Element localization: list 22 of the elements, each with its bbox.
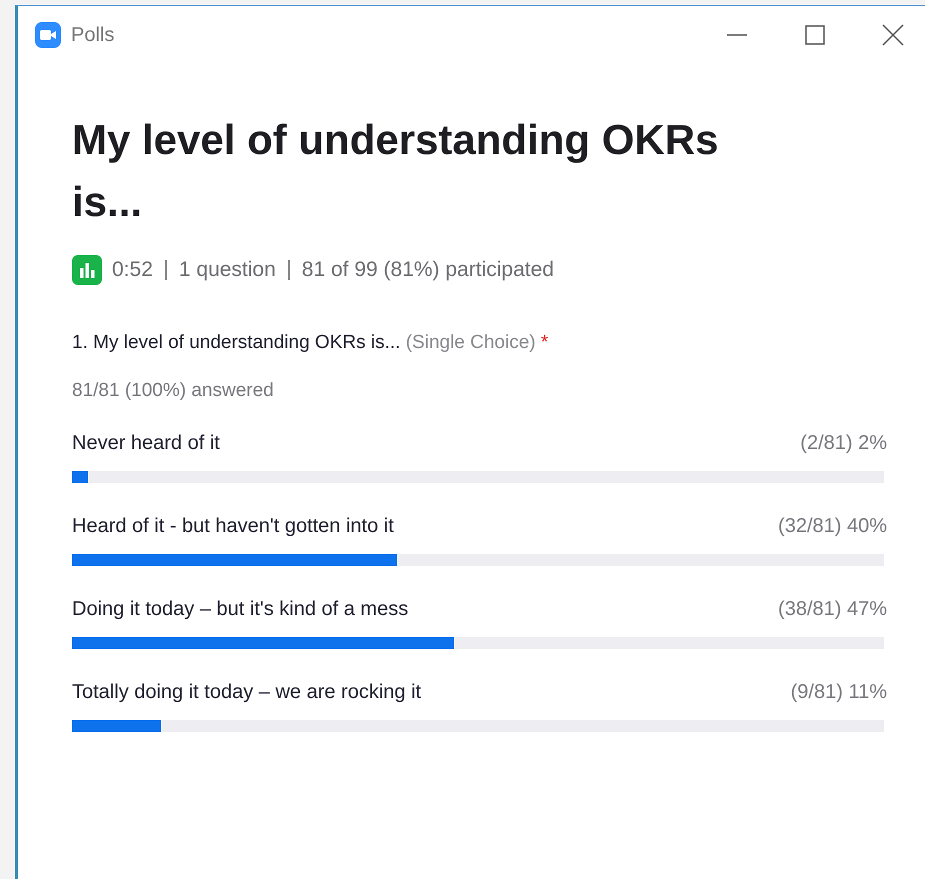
option-result: (32/81) 40%	[778, 515, 887, 538]
option-label: Doing it today – but it's kind of a mess	[72, 598, 408, 621]
bar-chart-icon	[72, 255, 102, 285]
video-camera-icon	[35, 22, 61, 48]
answered-count: 81/81 (100%) answered	[72, 380, 275, 402]
poll-stat: 0:52	[112, 258, 153, 282]
option-result: (38/81) 47%	[778, 598, 887, 621]
window-title: Polls	[71, 24, 116, 46]
poll-title: My level of understanding OKRs is...	[72, 115, 720, 227]
option-result: (9/81) 11%	[790, 681, 887, 704]
option-result: (2/81) 2%	[800, 432, 887, 455]
question-type: (Single Choice)	[406, 332, 536, 353]
poll-stat: 1 question	[178, 258, 276, 282]
option-label: Never heard of it	[72, 432, 220, 455]
required-mark: *	[540, 332, 548, 353]
close-icon	[881, 23, 905, 47]
option-label: Heard of it - but haven't gotten into it	[72, 515, 394, 538]
option-label: Totally doing it today – we are rocking it	[72, 681, 422, 704]
poll-stat: 81 of 99 (81%) participated	[302, 258, 554, 282]
minimize-icon	[727, 34, 747, 36]
question-text: 1. My level of understanding OKRs is...	[72, 332, 400, 353]
maximize-icon	[803, 23, 827, 47]
